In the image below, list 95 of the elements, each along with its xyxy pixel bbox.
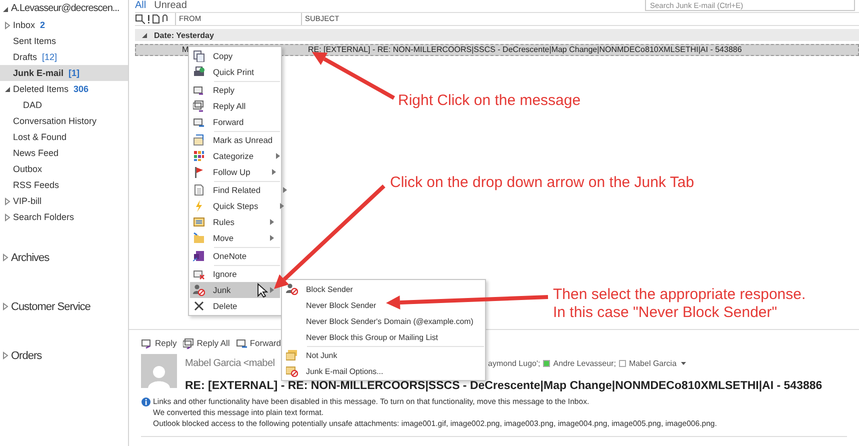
reply-all-icon [193,100,205,112]
folder-name: Customer Service [11,300,90,312]
menu-item[interactable]: Forward [190,114,280,130]
menu-item[interactable]: Ignore [190,266,280,282]
folder-name: Orders [11,350,42,362]
menu-item[interactable]: Find Related [190,182,280,198]
folder-item[interactable]: Conversation History [0,113,128,129]
filter-tab[interactable]: Unread [154,0,187,11]
recipient-name[interactable]: aymond Lugo'; [488,358,540,368]
menu-item[interactable]: Categorize [190,148,280,164]
account-folder[interactable]: Archives [0,241,128,274]
group-header: Date: Yesterday [154,30,214,40]
menu-item[interactable]: OneNote [190,248,280,264]
folder-name: Search Folders [13,212,74,222]
folder-item[interactable]: News Feed [0,145,128,161]
folder-name: Junk E-mail [13,68,64,78]
forward-icon [236,337,248,349]
info-icon [141,397,151,407]
menu-item[interactable]: Mark as Unread [190,132,280,148]
rules-icon [193,216,205,228]
copy-icon [193,50,205,62]
menu-item[interactable]: Reply All [190,98,280,114]
folder-name: RSS Feeds [13,180,60,190]
folder-item[interactable]: Drafts [12] [0,49,128,65]
reply-icon [141,337,153,349]
filter-tab[interactable]: All [135,0,146,11]
menu-item[interactable]: Quick Steps [190,198,280,214]
account-folder[interactable]: A.Levasseur@decrescen... [0,0,128,17]
menu-item[interactable]: Quick Print [190,64,280,80]
folder-item[interactable]: Outbox [0,161,128,177]
document-icon [193,184,205,196]
folder-name: VIP-bill [13,196,42,206]
attachment-icon [161,14,169,24]
folder-name: Archives [11,252,50,264]
unread-count: 2 [40,20,46,30]
folder-name: Lost & Found [13,132,67,142]
delete-icon [193,300,205,312]
unread-count: [12] [42,52,58,62]
flag-icon [193,166,205,178]
document-icon [152,14,160,24]
envelope-block-icon [286,365,298,377]
unread-count: 306 [74,84,89,94]
folder-name: News Feed [13,148,59,158]
person-block-icon [286,283,298,295]
folder-name: DAD [23,100,42,110]
annotation-text: Right Click on the message [398,92,581,110]
ignore-icon [193,268,205,280]
person-silhouette-icon [147,364,171,388]
folder-item[interactable]: DAD [0,97,128,113]
toolbar-button[interactable]: Reply All [182,337,230,349]
folder-name: A.Levasseur@decrescen... [11,3,120,14]
lightning-icon [193,200,205,212]
folder-icon [193,232,205,244]
recipient-name[interactable]: Mabel Garcia [628,358,677,368]
unread-count: [1] [68,68,80,78]
account-folder[interactable]: Orders [0,339,128,372]
sender-address: Mabel Garcia <mabel [185,358,276,368]
color-grid-icon [193,150,205,162]
folder-item[interactable]: Inbox 2 [0,17,128,33]
onenote-icon [193,250,205,262]
reply-all-icon [182,337,195,349]
folder-item[interactable]: VIP-bill [0,193,128,209]
menu-item[interactable]: Follow Up [190,164,280,180]
annotation-text: Click on the drop down arrow on the Junk Tab [390,174,694,192]
account-folder[interactable]: Customer Service [0,290,128,323]
folder-name: Sent Items [13,36,56,46]
message-subject: RE: [EXTERNAL] - RE: NON-MILLERCOORS|SSCS - DeCrescente|Map Change|NONMDECo810XMLSETHI|AI - 543886 [185,380,824,392]
caret-icon [680,360,687,366]
mouse-cursor-icon [257,283,268,298]
folder-item[interactable]: Sent Items [0,33,128,49]
folder-item[interactable]: RSS Feeds [0,177,128,193]
person-block-icon [193,284,205,296]
message-subject: RE: [EXTERNAL] - RE: NON-MILLERCOORS|SSCS - DeCrescente|Map Change|NONMDECo810XMLSETHI|AI - 543886 [308,45,742,55]
folder-item[interactable]: Deleted Items 306 [0,81,128,97]
toolbar-button[interactable]: Forward [236,337,281,349]
recipient-name[interactable]: Andre Levasseur; [553,358,616,368]
forward-icon [193,116,205,128]
sender-name: M [181,45,190,55]
menu-item[interactable]: Delete [190,298,280,314]
menu-item[interactable]: Rules [190,214,280,230]
printer-icon [193,66,205,78]
folder-name: Inbox [13,20,36,30]
menu-item[interactable]: Reply [190,82,280,98]
folder-name: Conversation History [13,116,97,126]
annotation-text: Then select the appropriate response. In this case "Never Block Sender" [553,286,806,322]
folder-name: Deleted Items [13,84,69,94]
folder-item[interactable]: Search Folders [0,209,128,225]
folder-item[interactable]: Junk E-mail [1] [0,65,128,81]
importance-icon [146,14,151,24]
folder-name: Outbox [13,164,42,174]
reply-icon [193,84,205,96]
menu-item[interactable]: Move [190,230,280,246]
folder-name: Drafts [13,52,38,62]
toolbar-button[interactable]: Reply [141,337,177,349]
folder-item[interactable]: Lost & Found [0,129,128,145]
